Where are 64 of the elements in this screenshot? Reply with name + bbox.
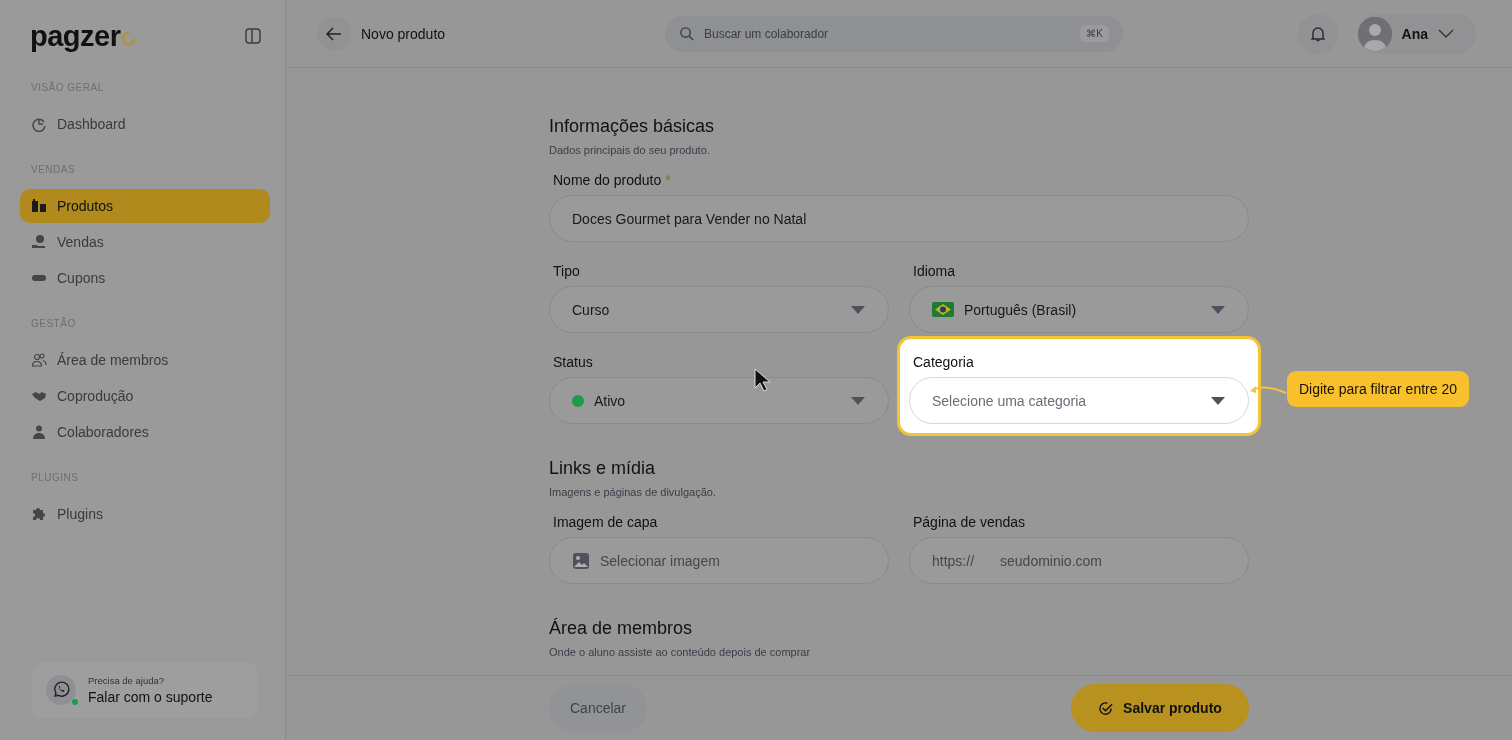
logo-text: pagzer — [30, 19, 121, 53]
field-label: Categoria — [913, 354, 974, 370]
sidebar-item[interactable]: Área de membros — [20, 343, 270, 377]
save-button[interactable]: Salvar produto — [1071, 684, 1249, 732]
check-circle-icon — [1098, 700, 1114, 716]
pie-chart-icon — [31, 116, 47, 132]
support-question: Precisa de ajuda? — [88, 675, 166, 686]
caret-down-icon — [1210, 395, 1226, 406]
field-label: Nome do produto — [553, 172, 662, 188]
field-label: Imagem de capa — [553, 514, 658, 530]
boxes-icon — [31, 198, 47, 214]
puzzle-icon — [31, 506, 47, 522]
users-icon — [31, 352, 47, 368]
url-prefix: https:// — [932, 552, 975, 569]
sidebar-item[interactable]: Colaboradores — [20, 415, 270, 449]
image-picker[interactable]: Selecionar imagem — [549, 537, 889, 584]
brazil-flag-icon — [932, 302, 954, 317]
select-field[interactable]: Português (Brasil) — [909, 286, 1249, 333]
caret-down-icon — [850, 395, 866, 406]
input-field[interactable]: Doces Gourmet para Vender no Natal — [549, 195, 1249, 242]
bell-icon — [1310, 25, 1325, 42]
sidebar-item[interactable]: Coprodução — [20, 379, 270, 413]
required-mark: * — [665, 172, 671, 188]
caret-down-icon — [1210, 304, 1226, 315]
sidebar-item[interactable]: Plugins — [20, 497, 270, 531]
avatar-icon — [1357, 16, 1392, 51]
support-link: Falar com o suporte — [88, 689, 213, 705]
user-menu[interactable]: Ana — [1357, 13, 1476, 54]
cancel-button[interactable]: Cancelar — [549, 684, 648, 732]
section-subtitle: Onde o aluno assiste ao conteúdo depois de comprar — [549, 646, 812, 658]
online-dot — [72, 699, 78, 705]
field-label: Tipo — [553, 263, 580, 279]
arrow-left-icon — [326, 26, 342, 41]
section-title: Área de membros — [549, 618, 694, 639]
field-label: Idioma — [913, 263, 956, 279]
section-subtitle: Imagens e páginas de divulgação. — [549, 486, 717, 498]
section-title: Links e mídia — [549, 458, 657, 479]
tooltip: Digite para filtrar entre 20 — [1287, 371, 1469, 407]
back-button[interactable] — [317, 16, 351, 51]
chat-phone-icon — [52, 681, 70, 699]
shortcut-hint: ⌘K — [1080, 25, 1109, 42]
caret-down-icon — [850, 304, 866, 315]
select-field[interactable]: Selecione uma categoria — [909, 377, 1249, 424]
mouse-pointer-icon — [754, 368, 770, 392]
field-label: Página de vendas — [913, 514, 1026, 530]
sidebar-item[interactable]: Produtos — [20, 189, 270, 223]
select-field[interactable]: Ativo — [549, 377, 889, 424]
search-field[interactable]: Buscar um colaborador ⌘K — [665, 15, 1123, 52]
logo-ring-icon — [121, 30, 137, 46]
person-icon — [31, 424, 47, 440]
select-field[interactable]: Curso — [549, 286, 889, 333]
image-icon — [572, 551, 590, 570]
section-title: Informações básicas — [549, 116, 716, 137]
section-subtitle: Dados principais do seu produto. — [549, 144, 711, 156]
sidebar-item[interactable]: Vendas — [20, 225, 270, 259]
sidebar-item[interactable]: Cupons — [20, 261, 270, 295]
chevron-down-icon — [1438, 29, 1454, 38]
support-card[interactable]: Precisa de ajuda? Falar com o suporte — [32, 662, 258, 718]
page-title: Novo produto — [361, 25, 447, 42]
input-field[interactable]: https:// seudominio.com — [909, 537, 1249, 584]
sidebar-item[interactable]: Dashboard — [20, 107, 270, 141]
sidebar-toggle-icon[interactable] — [244, 27, 262, 45]
search-icon — [679, 26, 694, 41]
field-label: Status — [553, 354, 593, 370]
